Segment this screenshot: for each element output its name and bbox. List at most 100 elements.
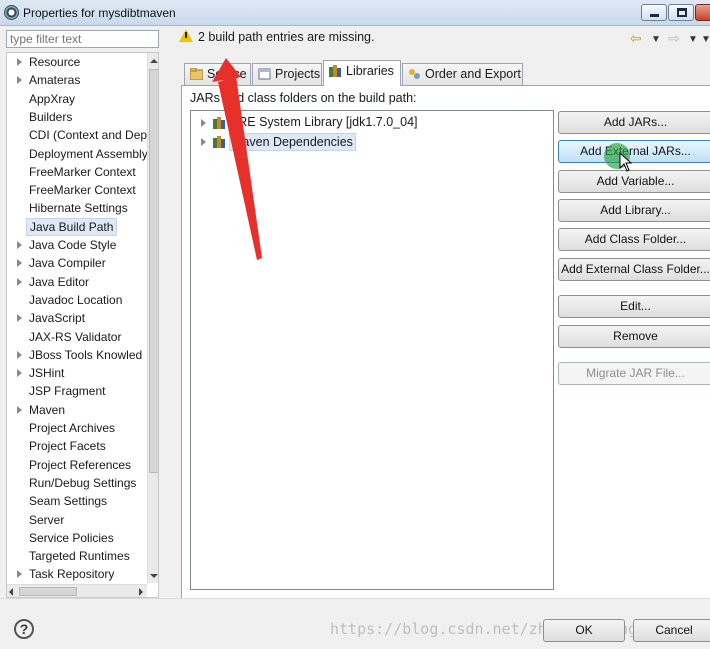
- tree-item-label: Seam Settings: [29, 494, 108, 509]
- scroll-down-icon[interactable]: [150, 574, 158, 578]
- add-class-folder-button[interactable]: Add Class Folder...: [558, 228, 710, 251]
- tree-item-label: Java Compiler: [29, 256, 106, 271]
- tree-item[interactable]: Java Build Path: [7, 217, 147, 236]
- tree-item[interactable]: JSP Fragment: [7, 382, 147, 400]
- tree-item[interactable]: Builders: [7, 108, 147, 126]
- edit-button[interactable]: Edit...: [558, 295, 710, 318]
- hscroll-thumb[interactable]: [19, 587, 77, 596]
- tree-vertical-scrollbar[interactable]: [147, 53, 158, 583]
- minimize-icon: [650, 14, 659, 17]
- tree-item-label: JBoss Tools Knowled: [29, 347, 143, 362]
- library-icon: [213, 117, 225, 129]
- expand-arrow-icon[interactable]: [17, 241, 22, 249]
- expand-arrow-icon[interactable]: [17, 350, 22, 359]
- tree-item[interactable]: Deployment Assembly: [7, 145, 148, 163]
- tree-item-label: Java Build Path: [26, 217, 118, 236]
- forward-arrow-icon[interactable]: ⇨: [668, 30, 680, 47]
- expand-arrow-icon[interactable]: [17, 76, 22, 85]
- tree-item[interactable]: Seam Settings: [7, 492, 147, 510]
- tree-item[interactable]: Amateras: [7, 71, 147, 89]
- tree-item-label: JSP Fragment: [29, 384, 106, 399]
- title-bar: Properties for mysdibtmaven: [0, 0, 710, 26]
- tree-item-label: Maven: [29, 402, 66, 417]
- libraries-tree[interactable]: JRE System Library [jdk1.7.0_04] Maven D…: [190, 110, 554, 590]
- close-button[interactable]: [695, 4, 710, 21]
- add-external-jars-button[interactable]: Add External JARs...: [558, 140, 710, 163]
- tree-item-label: Java Code Style: [29, 238, 117, 252]
- add-jars-button[interactable]: Add JARs...: [558, 111, 710, 134]
- tree-horizontal-scrollbar[interactable]: [7, 584, 147, 597]
- tree-item-label: Project Archives: [29, 421, 116, 435]
- tree-item[interactable]: Javadoc Location: [7, 291, 147, 309]
- maximize-button[interactable]: [668, 4, 694, 21]
- tree-item[interactable]: AppXray: [7, 90, 147, 108]
- expand-arrow-icon[interactable]: [201, 119, 206, 127]
- tree-item[interactable]: JAX-RS Validator: [7, 328, 147, 346]
- help-icon[interactable]: ?: [14, 619, 34, 639]
- library-entry-jre[interactable]: JRE System Library [jdk1.7.0_04]: [191, 113, 491, 132]
- expand-arrow-icon[interactable]: [17, 259, 22, 268]
- tree-item-label: Task Repository: [29, 567, 115, 582]
- status-message: 2 build path entries are missing.: [198, 30, 375, 44]
- add-external-class-folder-button[interactable]: Add External Class Folder...: [558, 258, 710, 281]
- add-variable-button[interactable]: Add Variable...: [558, 170, 710, 193]
- tree-item-label: Amateras: [29, 73, 81, 88]
- minimize-button[interactable]: [641, 4, 667, 21]
- expand-arrow-icon[interactable]: [201, 138, 206, 146]
- tree-item[interactable]: FreeMarker Context: [7, 181, 147, 199]
- filter-input[interactable]: [6, 30, 159, 48]
- tree-item[interactable]: Hibernate Settings: [7, 199, 147, 217]
- mouse-cursor-icon: [619, 152, 633, 172]
- scroll-thumb[interactable]: [149, 69, 158, 473]
- expand-arrow-icon[interactable]: [17, 314, 22, 323]
- library-label: JRE System Library [jdk1.7.0_04]: [232, 115, 418, 129]
- migrate-jar-button[interactable]: Migrate JAR File...: [558, 362, 710, 385]
- tree-item[interactable]: Maven: [7, 401, 147, 419]
- tree-item[interactable]: Targeted Runtimes: [7, 547, 147, 565]
- tree-item[interactable]: JSHint: [7, 364, 147, 382]
- expand-arrow-icon[interactable]: [17, 570, 22, 579]
- back-arrow-icon[interactable]: ⇦: [630, 30, 642, 47]
- tab-projects[interactable]: Projects: [252, 63, 322, 85]
- eclipse-icon: [4, 5, 19, 20]
- tree-item-label: CDI (Context and Dep: [29, 128, 148, 143]
- tab-order-export[interactable]: Order and Export: [402, 63, 523, 85]
- tree-item-label: Javadoc Location: [29, 292, 123, 307]
- section-label: JARs and class folders on the build path…: [190, 91, 417, 105]
- tab-libraries[interactable]: Libraries: [323, 60, 401, 86]
- tab-source[interactable]: Source: [184, 63, 251, 85]
- tree-item[interactable]: Java Code Style: [7, 236, 147, 254]
- ok-button[interactable]: OK: [543, 619, 625, 642]
- tree-item[interactable]: FreeMarker Context: [7, 163, 147, 181]
- expand-arrow-icon[interactable]: [17, 405, 22, 414]
- tree-item[interactable]: Run/Debug Settings: [7, 474, 147, 492]
- scroll-up-icon[interactable]: [150, 59, 158, 63]
- tree-item[interactable]: Project Facets: [7, 437, 147, 455]
- tree-item[interactable]: Server: [7, 511, 147, 529]
- tree-item[interactable]: JBoss Tools Knowled: [7, 346, 147, 364]
- tree-item[interactable]: Java Compiler: [7, 254, 147, 272]
- expand-arrow-icon[interactable]: [17, 369, 22, 378]
- tree-item[interactable]: Resource: [7, 53, 147, 71]
- tree-item-label: FreeMarker Context: [29, 183, 136, 198]
- tree-item[interactable]: Task Repository: [7, 565, 147, 583]
- tree-item-label: FreeMarker Context: [29, 164, 136, 179]
- cancel-button[interactable]: Cancel: [633, 619, 710, 642]
- forward-dropdown-icon[interactable]: ▼: [688, 34, 698, 45]
- tree-item[interactable]: Project Archives: [7, 419, 147, 437]
- add-library-button[interactable]: Add Library...: [558, 199, 710, 222]
- tree-item[interactable]: Service Policies: [7, 529, 147, 547]
- tree-item[interactable]: JavaScript: [7, 309, 147, 327]
- library-entry-maven[interactable]: Maven Dependencies: [191, 132, 491, 151]
- tree-item[interactable]: Java Editor: [7, 273, 147, 291]
- back-dropdown-icon[interactable]: ▼: [651, 34, 661, 45]
- view-menu-icon[interactable]: ▼: [701, 34, 710, 45]
- scroll-left-icon[interactable]: [9, 588, 13, 596]
- remove-button[interactable]: Remove: [558, 325, 710, 348]
- expand-arrow-icon[interactable]: [17, 277, 22, 286]
- tree-item[interactable]: Project References: [7, 456, 147, 474]
- expand-arrow-icon[interactable]: [17, 58, 22, 66]
- tree-item[interactable]: CDI (Context and Dep: [7, 126, 147, 144]
- scroll-right-icon[interactable]: [139, 588, 143, 596]
- property-page-tree[interactable]: Resource Amateras AppXray Builders CDI (Cont…: [6, 52, 159, 598]
